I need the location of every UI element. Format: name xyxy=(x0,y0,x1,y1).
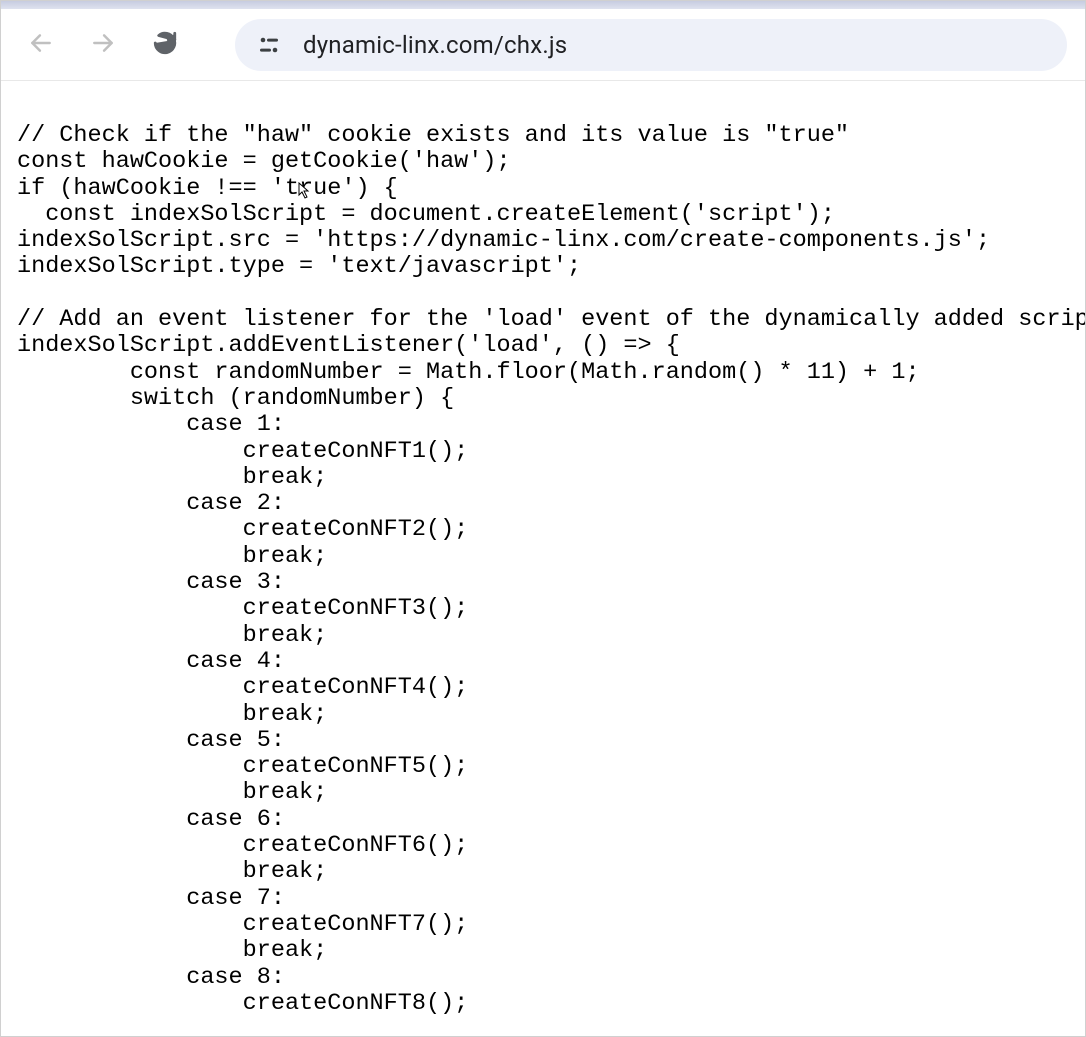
forward-button[interactable] xyxy=(81,23,125,67)
reload-button[interactable] xyxy=(143,23,187,67)
address-bar[interactable]: dynamic-linx.com/chx.js xyxy=(235,19,1067,71)
arrow-left-icon xyxy=(28,30,54,59)
source-code-view: // Check if the "haw" cookie exists and … xyxy=(1,81,1085,1033)
arrow-right-icon xyxy=(90,30,116,59)
url-text: dynamic-linx.com/chx.js xyxy=(303,31,567,59)
reload-icon xyxy=(152,30,178,59)
tab-strip xyxy=(1,1,1085,9)
browser-toolbar: dynamic-linx.com/chx.js xyxy=(1,9,1085,81)
site-info-icon[interactable] xyxy=(257,33,281,57)
back-button[interactable] xyxy=(19,23,63,67)
